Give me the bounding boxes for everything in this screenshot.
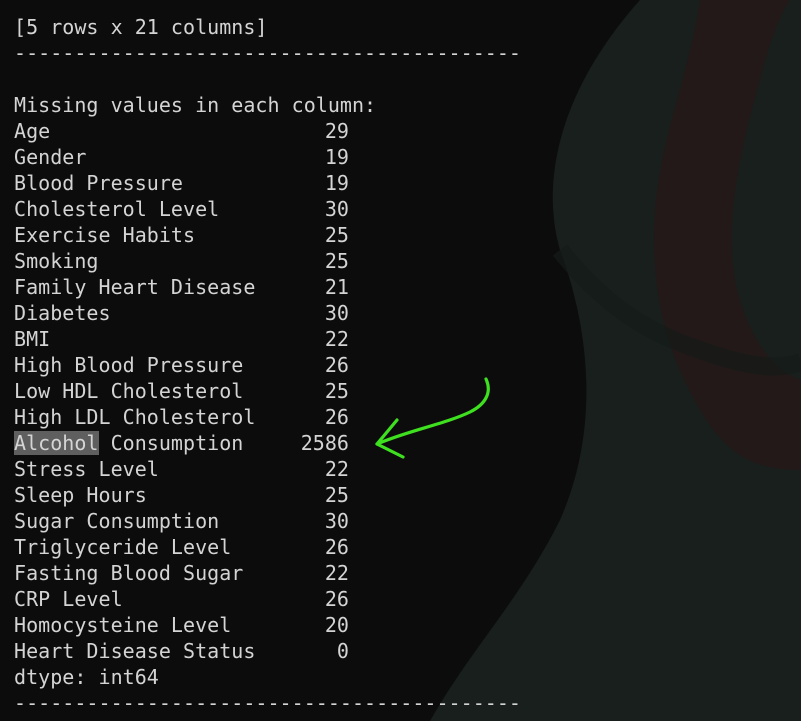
missing-count: 21: [324, 275, 349, 299]
column-name: Diabetes: [14, 301, 111, 325]
list-item: Alcohol Consumption 2586: [14, 430, 349, 456]
missing-values-header: Missing values in each column:: [14, 93, 377, 117]
column-name: High Blood Pressure: [14, 353, 244, 377]
list-item: Diabetes 30: [14, 300, 349, 326]
column-name: Smoking: [14, 249, 99, 273]
missing-count: 22: [324, 457, 349, 481]
list-item: CRP Level 26: [14, 586, 349, 612]
missing-count: 25: [324, 249, 349, 273]
column-name: CRP Level: [14, 587, 123, 611]
missing-count: 22: [324, 561, 349, 585]
list-item: Low HDL Cholesterol 25: [14, 378, 349, 404]
missing-count: 2586: [300, 431, 349, 455]
list-item: Triglyceride Level 26: [14, 534, 349, 560]
column-name: Sugar Consumption: [14, 509, 220, 533]
missing-count: 0: [336, 639, 349, 663]
column-name: Stress Level: [14, 457, 159, 481]
column-name: High LDL Cholesterol: [14, 405, 256, 429]
column-name: Alcohol Consumption: [14, 431, 244, 455]
list-item: High Blood Pressure 26: [14, 352, 349, 378]
missing-count: 20: [324, 613, 349, 637]
missing-count: 25: [324, 483, 349, 507]
missing-count: 19: [324, 171, 349, 195]
list-item: Family Heart Disease 21: [14, 274, 349, 300]
list-item: Smoking 25: [14, 248, 349, 274]
list-item: Age 29: [14, 118, 349, 144]
missing-count: 26: [324, 353, 349, 377]
list-item: Blood Pressure 19: [14, 170, 349, 196]
column-name: BMI: [14, 327, 51, 351]
list-item: Stress Level 22: [14, 456, 349, 482]
column-name: Gender: [14, 145, 87, 169]
missing-count: 30: [324, 509, 349, 533]
column-name: Heart Disease Status: [14, 639, 256, 663]
list-item: BMI 22: [14, 326, 349, 352]
column-name: Homocysteine Level: [14, 613, 232, 637]
list-item: Heart Disease Status 0: [14, 638, 349, 664]
shape-line: [5 rows x 21 columns]: [14, 15, 268, 39]
missing-count: 22: [324, 327, 349, 351]
column-name: Fasting Blood Sugar: [14, 561, 244, 585]
column-name: Exercise Habits: [14, 223, 196, 247]
selected-text[interactable]: Alcohol: [14, 431, 99, 455]
missing-count: 29: [324, 119, 349, 143]
column-name: Triglyceride Level: [14, 535, 232, 559]
missing-count: 26: [324, 405, 349, 429]
list-item: High LDL Cholesterol 26: [14, 404, 349, 430]
list-item: Gender 19: [14, 144, 349, 170]
missing-count: 26: [324, 587, 349, 611]
missing-count: 25: [324, 223, 349, 247]
list-item: Exercise Habits 25: [14, 222, 349, 248]
separator-bottom: ----------------------------------------…: [14, 691, 521, 715]
missing-count: 25: [324, 379, 349, 403]
terminal-window[interactable]: [5 rows x 21 columns] ------------------…: [0, 0, 801, 721]
column-name: Family Heart Disease: [14, 275, 256, 299]
dtype-line: dtype: int64: [14, 665, 159, 689]
missing-count: 30: [324, 301, 349, 325]
list-item: Sugar Consumption 30: [14, 508, 349, 534]
column-name: Blood Pressure: [14, 171, 183, 195]
missing-count: 19: [324, 145, 349, 169]
column-name: Low HDL Cholesterol: [14, 379, 244, 403]
list-item: Sleep Hours 25: [14, 482, 349, 508]
missing-count: 26: [324, 535, 349, 559]
list-item: Homocysteine Level 20: [14, 612, 349, 638]
separator-top: ----------------------------------------…: [14, 41, 521, 65]
column-name: Cholesterol Level: [14, 197, 220, 221]
column-name: Age: [14, 119, 51, 143]
missing-count: 30: [324, 197, 349, 221]
column-name: Sleep Hours: [14, 483, 147, 507]
list-item: Cholesterol Level 30: [14, 196, 349, 222]
list-item: Fasting Blood Sugar 22: [14, 560, 349, 586]
